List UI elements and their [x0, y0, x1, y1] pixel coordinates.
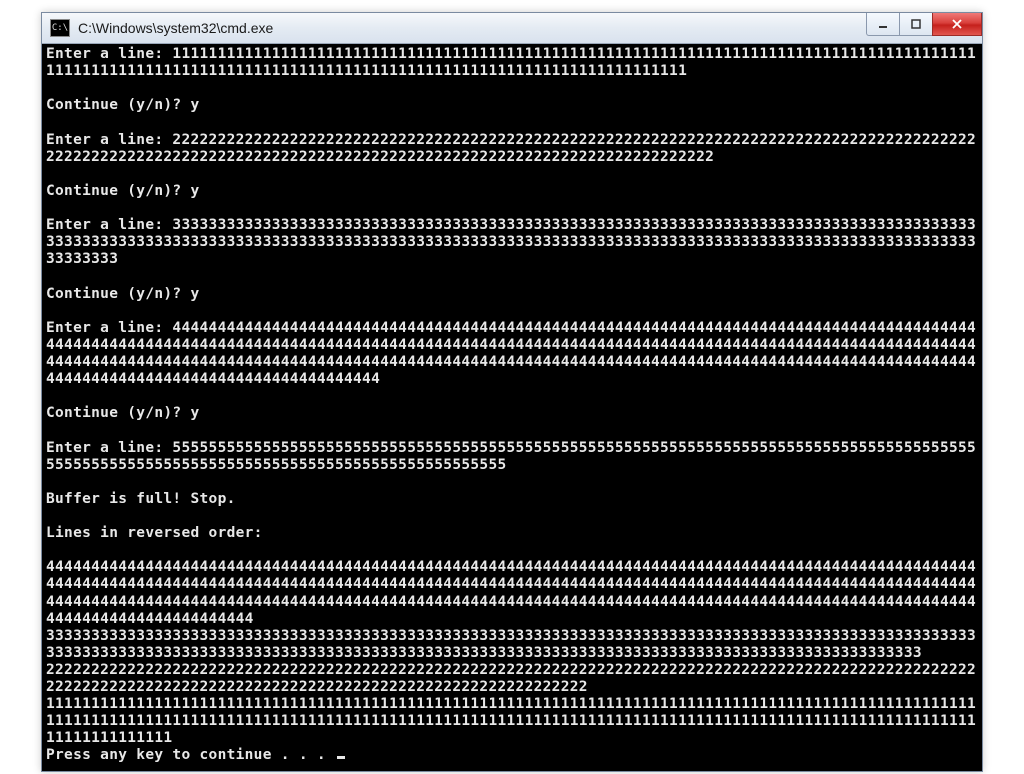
close-icon	[951, 19, 963, 29]
cursor	[337, 756, 345, 759]
cmd-window: C:\ C:\Windows\system32\cmd.exe Enter a …	[41, 12, 983, 772]
console-output[interactable]: Enter a line: 11111111111111111111111111…	[42, 44, 982, 771]
maximize-button[interactable]	[899, 13, 933, 36]
minimize-icon	[878, 19, 888, 29]
maximize-icon	[911, 19, 921, 29]
titlebar[interactable]: C:\ C:\Windows\system32\cmd.exe	[42, 13, 982, 44]
minimize-button[interactable]	[866, 13, 900, 36]
cmd-icon-text: C:\	[52, 24, 68, 33]
cmd-icon: C:\	[50, 19, 70, 37]
window-controls	[867, 13, 982, 35]
window-title: C:\Windows\system32\cmd.exe	[78, 20, 273, 36]
close-button[interactable]	[932, 13, 982, 36]
